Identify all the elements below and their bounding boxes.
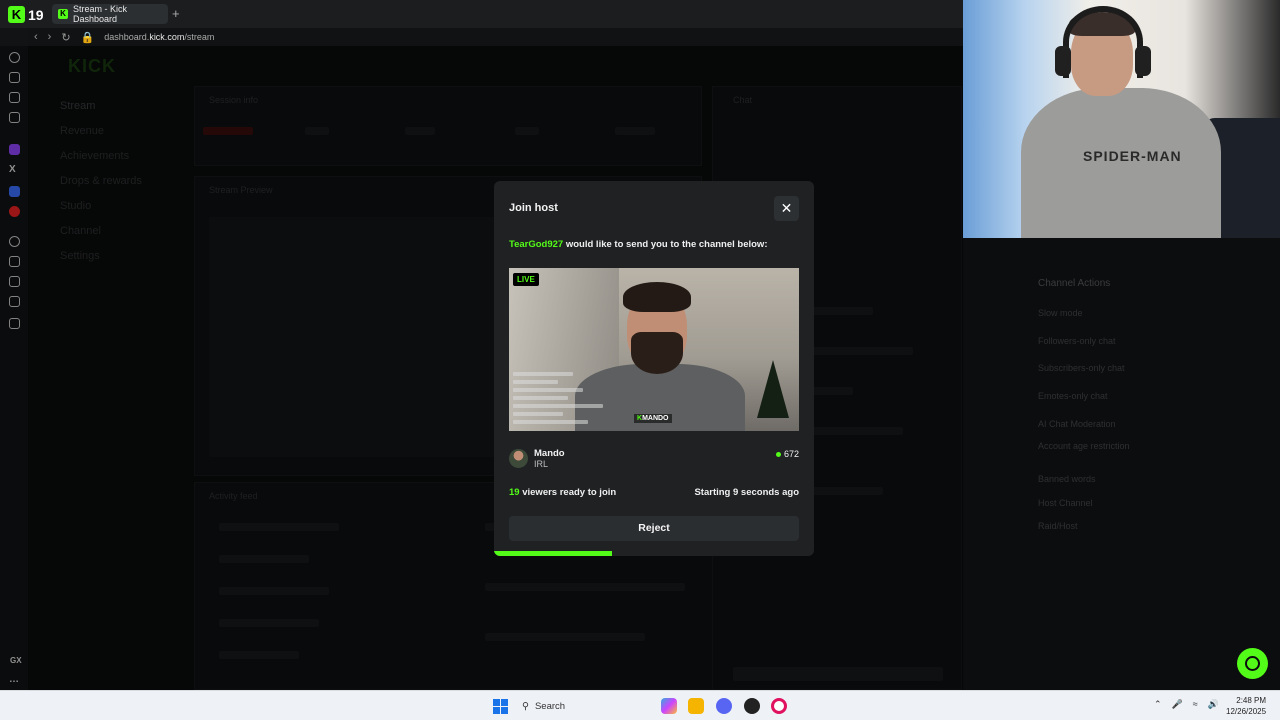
opera-gx-icon[interactable]: [771, 698, 787, 714]
taskbar-search[interactable]: ⚲ Search: [516, 695, 646, 717]
chevron-up-icon[interactable]: ⌃: [1154, 699, 1162, 710]
modal-title: Join host: [509, 202, 558, 214]
viewer-count: 672: [776, 449, 799, 459]
action-followers-only[interactable]: Followers-only chat: [1038, 336, 1116, 346]
channel-name[interactable]: Mando: [534, 448, 565, 459]
channel-preview[interactable]: KMANDO LIVE: [509, 268, 799, 431]
file-explorer-icon[interactable]: [688, 698, 704, 714]
preview-tree: [757, 360, 789, 418]
wifi-icon[interactable]: ≈: [1193, 699, 1198, 710]
notification-badge: 19: [28, 7, 44, 23]
channel-category: IRL: [534, 459, 549, 469]
close-icon[interactable]: ✕: [774, 196, 799, 221]
reload-icon[interactable]: ↻: [61, 31, 70, 44]
tab-kick-dashboard[interactable]: K Stream - Kick Dashboard: [52, 4, 168, 24]
countdown-progress-fill: [494, 551, 613, 556]
windows-start-icon[interactable]: [493, 699, 508, 714]
action-raid-host[interactable]: Raid/Host: [1038, 521, 1078, 531]
preview-channel-tag: KMANDO: [634, 414, 672, 423]
lock-icon: 🔒: [80, 31, 95, 44]
clock-date: 12/26/2025: [1226, 707, 1267, 716]
preview-person-beard: [631, 332, 683, 374]
obs-icon[interactable]: [744, 698, 760, 714]
taskbar-clock[interactable]: 2:48 PM 12/26/2025: [1226, 695, 1266, 717]
windows-taskbar: ⚲ Search ⌃ 🎤 ≈ 🔊 2:48 PM 12/26/2025: [0, 690, 1280, 720]
search-icon: ⚲: [522, 700, 529, 712]
new-tab-button[interactable]: +: [172, 6, 180, 21]
tab-title: Stream - Kick Dashboard: [73, 4, 128, 24]
kick-logo-icon[interactable]: K: [8, 6, 25, 23]
host-message: TearGod927 would like to send you to the…: [509, 239, 767, 250]
back-icon[interactable]: ‹: [34, 31, 38, 43]
action-account-age[interactable]: Account age restriction: [1038, 441, 1130, 451]
system-tray: ⌃ 🎤 ≈ 🔊: [1154, 699, 1219, 710]
live-badge: LIVE: [513, 273, 539, 286]
headphones-icon: [1063, 6, 1143, 78]
live-dot-icon: [776, 451, 781, 457]
webcam-overlay: SPIDER-MAN: [963, 0, 1280, 238]
modal-backdrop: [0, 46, 963, 690]
clock-time: 2:48 PM: [1236, 696, 1267, 705]
avatar[interactable]: [509, 449, 528, 468]
microphone-icon[interactable]: 🎤: [1172, 699, 1183, 710]
shirt-graphic: SPIDER-MAN: [1083, 148, 1182, 164]
url-field[interactable]: dashboard.kick.com/stream: [104, 32, 214, 42]
requester-name[interactable]: TearGod927: [509, 239, 563, 250]
search-label: Search: [534, 700, 566, 712]
ready-viewers: 19 viewers ready to join: [509, 487, 617, 498]
channel-actions-title: Channel Actions: [1038, 278, 1111, 289]
preview-person-hair: [623, 282, 691, 312]
forward-icon[interactable]: ›: [48, 31, 52, 43]
action-subscribers-only[interactable]: Subscribers-only chat: [1038, 363, 1125, 373]
channel-actions-panel: Channel Actions Slow mode Followers-only…: [963, 238, 1280, 690]
starting-timer: Starting 9 seconds ago: [694, 487, 799, 498]
discord-icon[interactable]: [716, 698, 732, 714]
reject-button[interactable]: Reject: [509, 516, 799, 541]
headphone-cup: [1055, 46, 1071, 76]
preview-chat-overlay: [513, 372, 613, 428]
host-message-text: would like to send you to the channel be…: [563, 239, 768, 250]
support-chat-icon[interactable]: [1237, 648, 1268, 679]
action-slow-mode[interactable]: Slow mode: [1038, 308, 1083, 318]
action-ai-moderation[interactable]: AI Chat Moderation: [1038, 419, 1116, 429]
headphone-cup: [1135, 46, 1151, 76]
copilot-icon[interactable]: [661, 698, 677, 714]
join-host-modal: Join host ✕ TearGod927 would like to sen…: [494, 181, 814, 556]
countdown-progress: [494, 551, 814, 556]
action-banned-words[interactable]: Banned words: [1038, 474, 1096, 484]
action-emotes-only[interactable]: Emotes-only chat: [1038, 391, 1108, 401]
kick-favicon-icon: K: [58, 9, 68, 19]
volume-icon[interactable]: 🔊: [1208, 699, 1219, 710]
action-host-channel[interactable]: Host Channel: [1038, 498, 1093, 508]
